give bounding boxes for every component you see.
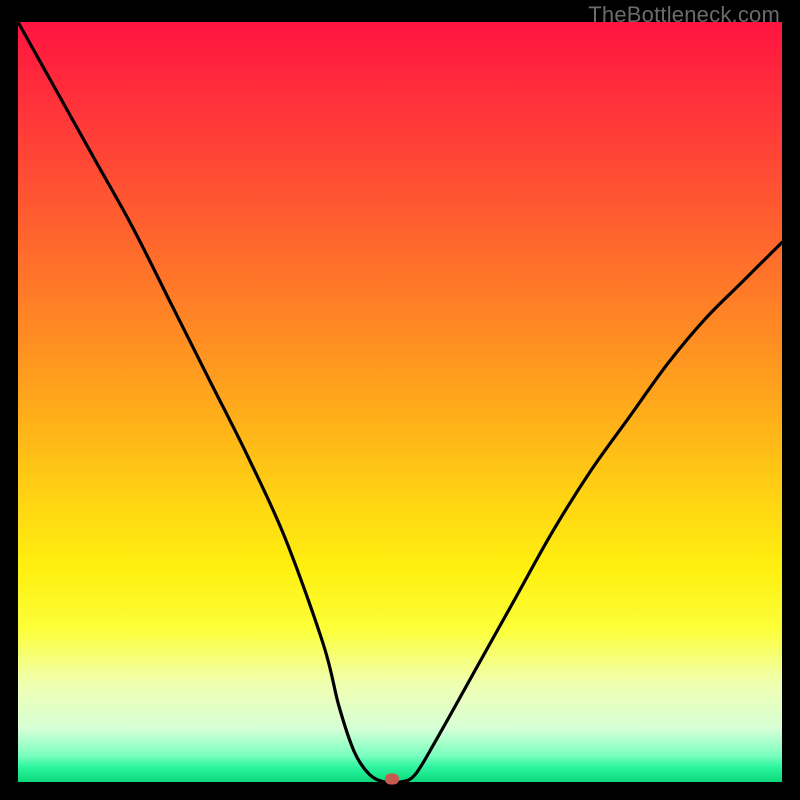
watermark-text: TheBottleneck.com (588, 2, 780, 28)
bottleneck-curve-path (18, 22, 782, 782)
chart-frame: TheBottleneck.com (0, 0, 800, 800)
bottleneck-curve-svg (18, 22, 782, 782)
optimal-point-marker (385, 774, 399, 785)
